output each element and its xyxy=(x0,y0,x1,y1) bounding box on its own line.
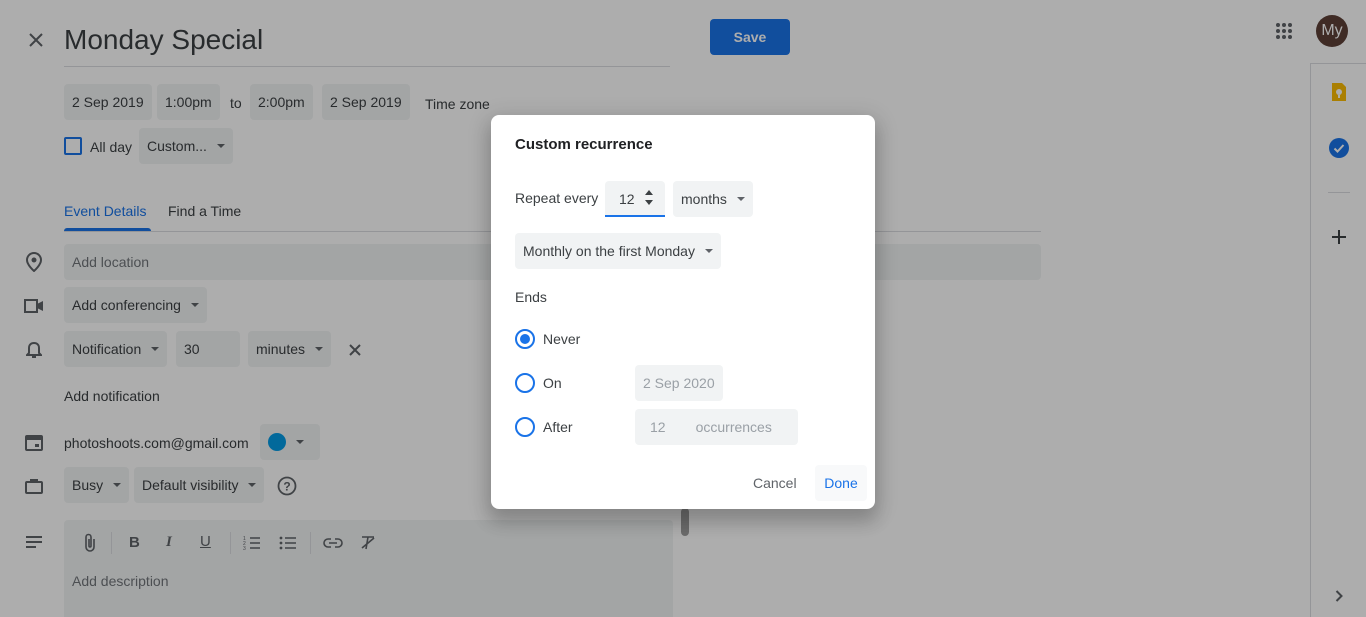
stepper-up-icon[interactable] xyxy=(645,190,653,195)
ends-on-date-input[interactable]: 2 Sep 2020 xyxy=(635,365,723,401)
occurrences-label: occurrences xyxy=(695,419,772,435)
ends-after-count: 12 xyxy=(650,419,666,435)
done-label: Done xyxy=(824,475,858,491)
repeat-interval-stepper[interactable]: 12 xyxy=(605,181,665,217)
cancel-button[interactable]: Cancel xyxy=(753,475,797,491)
done-button[interactable]: Done xyxy=(815,465,867,501)
ends-label: Ends xyxy=(515,289,547,305)
dialog-title: Custom recurrence xyxy=(515,136,653,153)
ends-never-label[interactable]: Never xyxy=(543,331,580,347)
custom-recurrence-dialog: Custom recurrence Repeat every 12 months… xyxy=(491,115,875,509)
ends-never-radio[interactable] xyxy=(515,329,535,349)
repeat-unit-select[interactable]: months xyxy=(673,181,753,217)
ends-after-radio[interactable] xyxy=(515,417,535,437)
monthly-option-select[interactable]: Monthly on the first Monday xyxy=(515,233,721,269)
ends-on-date: 2 Sep 2020 xyxy=(643,375,715,391)
chevron-down-icon xyxy=(704,249,713,253)
stepper-down-icon[interactable] xyxy=(645,200,653,205)
chevron-down-icon xyxy=(736,197,745,201)
repeat-interval-value: 12 xyxy=(619,191,635,207)
ends-after-label[interactable]: After xyxy=(543,419,573,435)
ends-on-label[interactable]: On xyxy=(543,375,562,391)
monthly-option: Monthly on the first Monday xyxy=(523,243,695,259)
repeat-every-label: Repeat every xyxy=(515,190,599,206)
ends-after-count-input[interactable]: 12 occurrences xyxy=(635,409,798,445)
ends-on-radio[interactable] xyxy=(515,373,535,393)
repeat-unit: months xyxy=(681,191,727,207)
